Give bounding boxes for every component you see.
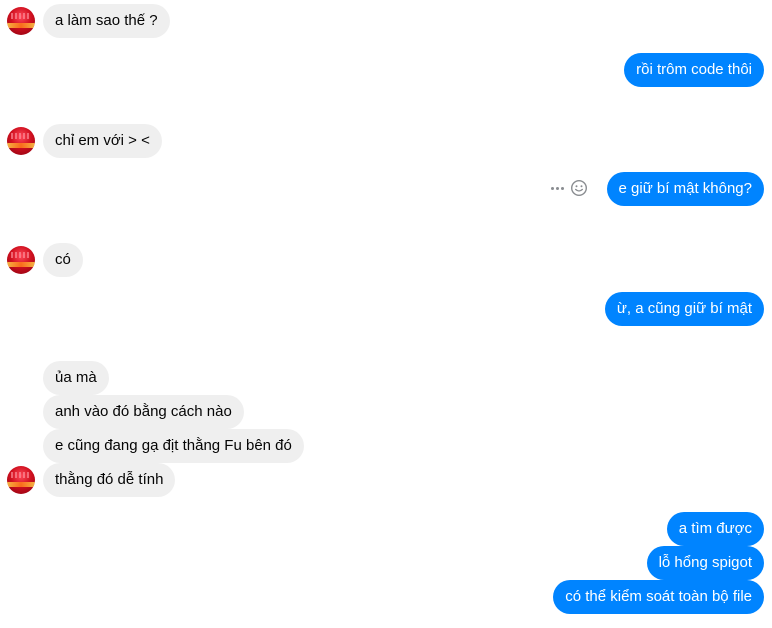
- outgoing-message[interactable]: ừ, a cũng giữ bí mật: [604, 292, 764, 326]
- incoming-message[interactable]: a làm sao thế ?: [43, 4, 170, 38]
- outgoing-message[interactable]: a tìm được: [666, 512, 764, 546]
- incoming-message[interactable]: anh vào đó bằng cách nào: [43, 395, 244, 429]
- incoming-message[interactable]: ủa mà: [43, 361, 109, 395]
- emoji-react-icon[interactable]: [570, 179, 588, 197]
- incoming-message[interactable]: chỉ em với > <: [43, 124, 162, 158]
- message-actions: [551, 178, 588, 198]
- contact-avatar[interactable]: [7, 246, 35, 274]
- incoming-message[interactable]: thằng đó dễ tính: [43, 463, 176, 497]
- outgoing-message[interactable]: lỗ hổng spigot: [646, 546, 764, 580]
- more-icon[interactable]: [551, 178, 564, 198]
- outgoing-message[interactable]: e giữ bí mật không?: [606, 172, 764, 206]
- contact-avatar[interactable]: [7, 7, 35, 35]
- incoming-message[interactable]: có: [43, 243, 83, 277]
- outgoing-message[interactable]: có thể kiểm soát toàn bộ file: [553, 580, 764, 614]
- outgoing-message[interactable]: rồi trôm code thôi: [624, 53, 764, 87]
- contact-avatar[interactable]: [7, 466, 35, 494]
- contact-avatar[interactable]: [7, 127, 35, 155]
- incoming-message[interactable]: e cũng đang gạ địt thằng Fu bên đó: [43, 429, 304, 463]
